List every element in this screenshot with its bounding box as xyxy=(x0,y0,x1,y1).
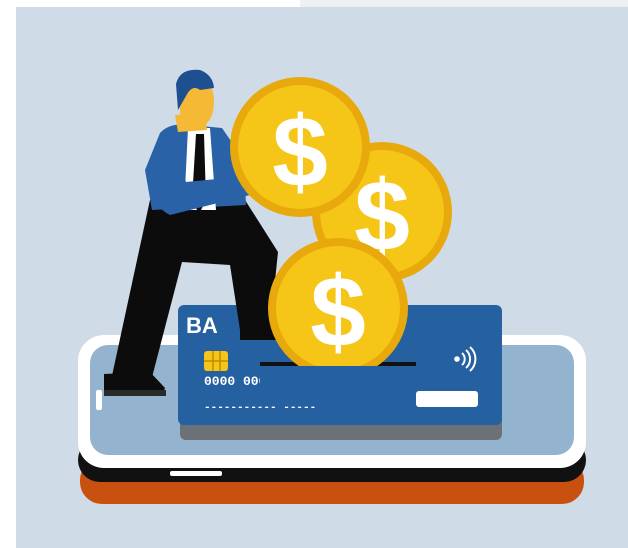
coin-top-symbol: $ xyxy=(272,96,328,208)
phone-home-bar xyxy=(170,471,222,476)
phone-side-button xyxy=(96,390,102,410)
card-brand: BA xyxy=(186,313,218,338)
card-holder-placeholder: ----------- ----- xyxy=(204,402,316,414)
card-white-panel xyxy=(416,391,478,407)
coin-bottom-symbol: $ xyxy=(310,256,366,368)
illustration-canvas: BA 0000 0000 0000 0000 ----------- ----- xyxy=(78,69,586,504)
illustration-frame: BA 0000 0000 0000 0000 ----------- ----- xyxy=(0,0,628,548)
coin-top: $ xyxy=(230,77,370,217)
chip-icon xyxy=(204,351,228,371)
